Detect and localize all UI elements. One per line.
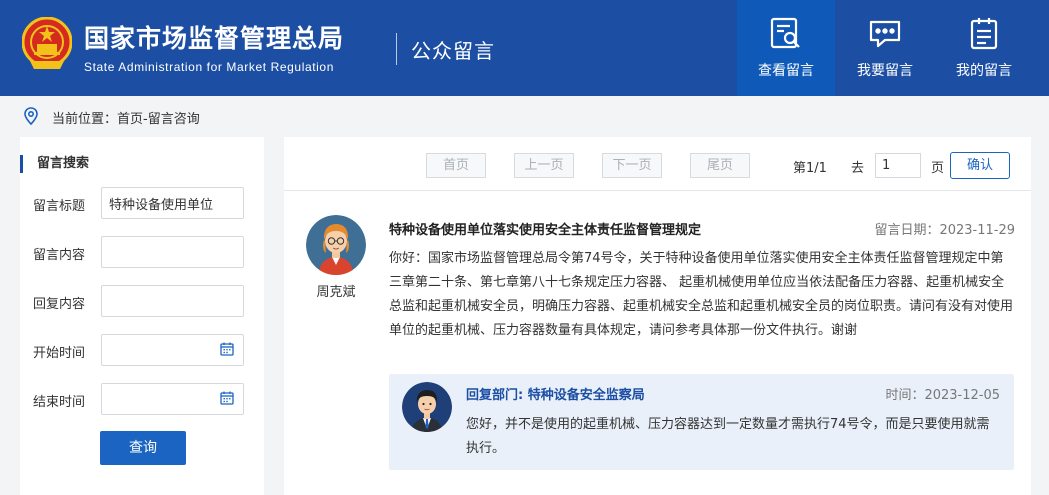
chat-bubble-icon bbox=[869, 20, 901, 48]
search-reply-input[interactable] bbox=[101, 285, 244, 317]
first-page-button[interactable]: 首页 bbox=[426, 153, 486, 178]
goto-label: 去 bbox=[851, 161, 865, 176]
nav-view-messages-label: 查看留言 bbox=[758, 63, 814, 79]
national-emblem-icon bbox=[22, 17, 72, 69]
search-start-label: 开始时间 bbox=[33, 346, 86, 361]
user-avatar bbox=[306, 215, 366, 275]
page-number-input[interactable] bbox=[875, 153, 921, 178]
clipboard-list-icon bbox=[970, 18, 998, 50]
search-row-end: 结束时间 bbox=[20, 383, 264, 417]
nav-my-messages-label: 我的留言 bbox=[956, 63, 1012, 79]
last-page-button[interactable]: 尾页 bbox=[690, 153, 750, 178]
page-unit-label: 页 bbox=[931, 161, 945, 176]
search-content-input[interactable] bbox=[101, 236, 244, 268]
search-row-content: 留言内容 bbox=[20, 236, 264, 270]
search-end-label: 结束时间 bbox=[33, 395, 86, 410]
search-panel-title: 留言搜索 bbox=[20, 155, 89, 173]
search-title-label: 留言标题 bbox=[33, 199, 86, 214]
search-panel: 留言搜索 留言标题 留言内容 回复内容 开始时间 结束时间 bbox=[20, 137, 264, 495]
search-row-start: 开始时间 bbox=[20, 334, 264, 368]
search-row-title: 留言标题 bbox=[20, 187, 264, 221]
search-row-reply: 回复内容 bbox=[20, 285, 264, 319]
search-content-label: 留言内容 bbox=[33, 248, 86, 263]
location-pin-icon bbox=[24, 107, 38, 125]
message-author: 周克斌 bbox=[316, 285, 356, 300]
official-avatar bbox=[402, 382, 452, 432]
pagination-bar: 首页 上一页 下一页 尾页 第1/1 去 页 确认 bbox=[284, 137, 1031, 191]
search-document-icon bbox=[770, 17, 800, 49]
message-list-panel: 首页 上一页 下一页 尾页 第1/1 去 页 确认 周克斌 特种设备使用单位落实… bbox=[284, 137, 1031, 495]
page-info: 第1/1 bbox=[793, 161, 827, 176]
reply-box: 回复部门: 特种设备安全监察局 时间：2023-12-05 您好，并不是使用的起… bbox=[389, 374, 1014, 470]
search-title-input[interactable] bbox=[101, 187, 244, 219]
query-button[interactable]: 查询 bbox=[100, 431, 186, 465]
header-divider bbox=[396, 33, 397, 65]
prev-page-button[interactable]: 上一页 bbox=[514, 153, 574, 178]
breadcrumb-text[interactable]: 当前位置：首页-留言咨询 bbox=[52, 108, 200, 127]
calendar-icon[interactable] bbox=[220, 342, 234, 356]
next-page-button[interactable]: 下一页 bbox=[602, 153, 662, 178]
message-title: 特种设备使用单位落实使用安全主体责任监督管理规定 bbox=[389, 223, 702, 238]
search-reply-label: 回复内容 bbox=[33, 297, 86, 312]
nav-view-messages[interactable]: 查看留言 bbox=[737, 0, 835, 96]
reply-department: 回复部门: 特种设备安全监察局 bbox=[466, 388, 645, 403]
message-body: 你好：国家市场监督管理总局令第74号令，关于特种设备使用单位落实使用安全主体责任… bbox=[389, 251, 1014, 338]
nav-leave-message-label: 我要留言 bbox=[857, 63, 913, 79]
section-title: 公众留言 bbox=[411, 39, 495, 63]
site-title: 国家市场监督管理总局 bbox=[84, 24, 345, 53]
site-title-en: State Administration for Market Regulati… bbox=[84, 60, 334, 74]
nav-my-messages[interactable]: 我的留言 bbox=[935, 0, 1033, 96]
nav-leave-message[interactable]: 我要留言 bbox=[836, 0, 934, 96]
reply-time: 时间：2023-12-05 bbox=[885, 388, 1000, 403]
reply-body: 您好，并不是使用的起重机械、压力容器达到一定数量才需执行74号令，而是只要使用就… bbox=[466, 417, 990, 456]
breadcrumb: 当前位置：首页-留言咨询 bbox=[0, 96, 1049, 136]
calendar-icon[interactable] bbox=[220, 391, 234, 405]
message-date: 留言日期：2023-11-29 bbox=[874, 223, 1015, 238]
site-header: 国家市场监督管理总局 State Administration for Mark… bbox=[0, 0, 1049, 96]
confirm-page-button[interactable]: 确认 bbox=[950, 152, 1010, 179]
